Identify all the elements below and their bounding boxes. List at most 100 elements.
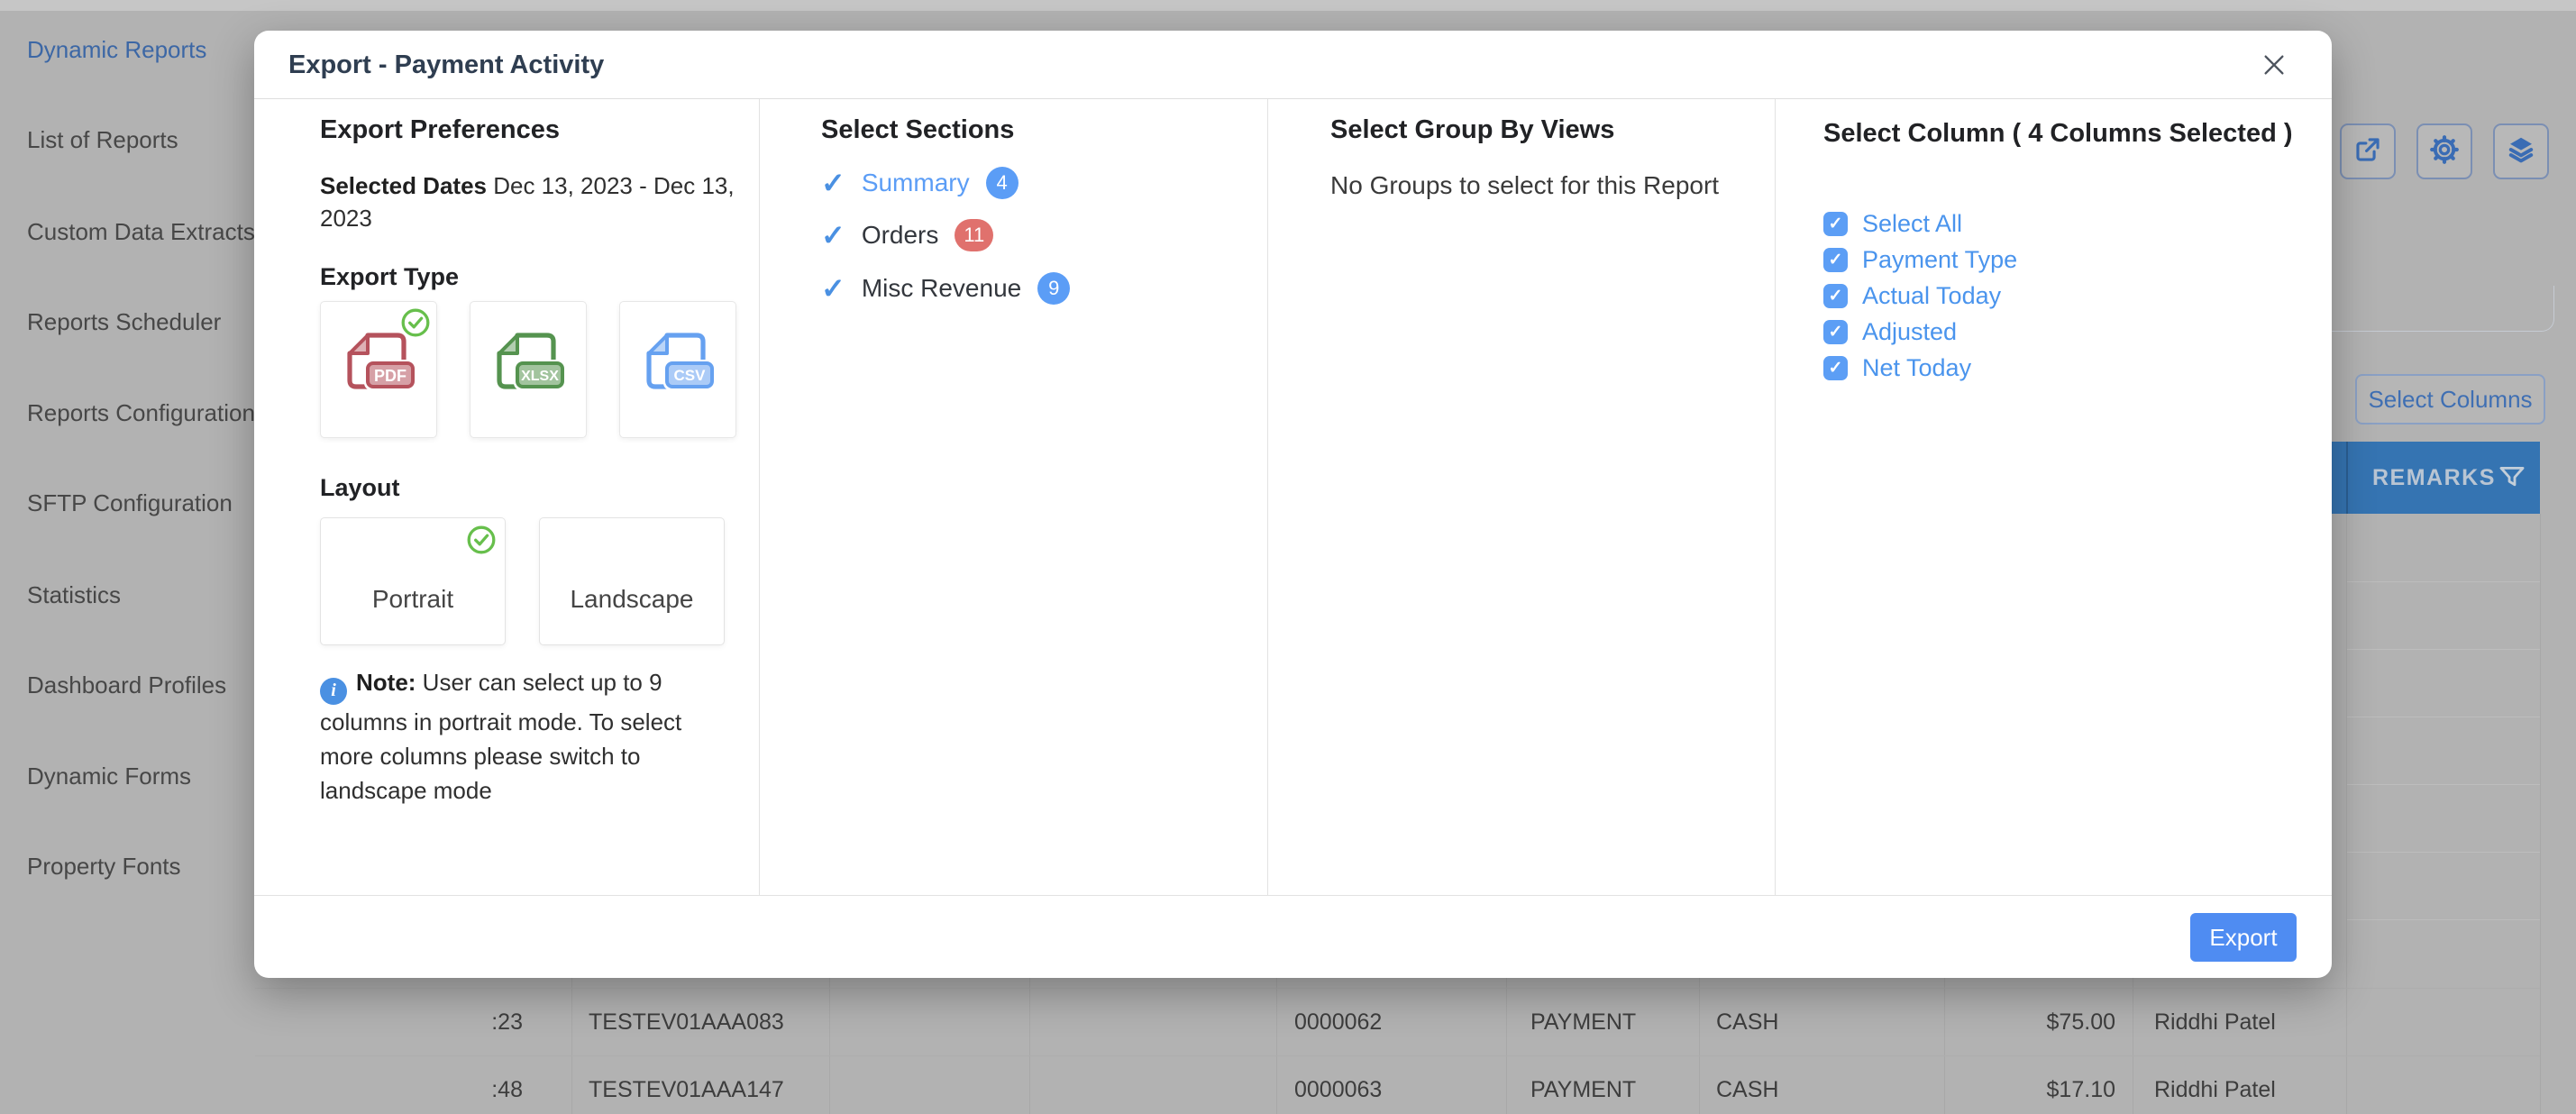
- count-badge: 11: [955, 219, 993, 251]
- note: Note: User can select up to 9 columns in…: [320, 665, 726, 808]
- section-label: Misc Revenue: [862, 274, 1021, 303]
- export-button[interactable]: Export: [2190, 913, 2297, 962]
- cell-method: CASH: [1716, 1056, 1778, 1114]
- column-option-label[interactable]: Select All: [1862, 210, 1962, 238]
- settings-button[interactable]: [2416, 123, 2472, 179]
- sidebar-item-dynamic-reports[interactable]: Dynamic Reports: [27, 36, 206, 64]
- report-toolbar: [2340, 123, 2549, 179]
- cell-confirmation: TESTEV01AAA147: [589, 1056, 784, 1114]
- selected-check-icon: [465, 524, 498, 562]
- check-icon: [821, 166, 845, 200]
- column-option-label[interactable]: Payment Type: [1862, 246, 2017, 274]
- note-label: Note:: [356, 669, 416, 696]
- selected-dates-label: Selected Dates: [320, 172, 487, 199]
- column-divider: [2346, 442, 2348, 514]
- column-divider: [759, 99, 760, 895]
- sidebar-item-list-of-reports[interactable]: List of Reports: [27, 126, 178, 154]
- select-sections-heading: Select Sections: [821, 115, 1014, 145]
- sidebar-item-sftp-configuration[interactable]: SFTP Configuration: [27, 489, 233, 517]
- cell-method: CASH: [1716, 989, 1778, 1055]
- close-icon[interactable]: [2260, 50, 2288, 84]
- export-type-options: PDF XLSX: [320, 301, 736, 438]
- group-by-heading: Select Group By Views: [1330, 115, 1614, 145]
- svg-text:PDF: PDF: [374, 367, 406, 385]
- dialog-footer: Export: [254, 895, 2332, 978]
- column-option-label[interactable]: Adjusted: [1862, 318, 1957, 346]
- column-option-adjusted[interactable]: Adjusted: [1823, 314, 1957, 350]
- layout-options: Portrait Landscape: [320, 517, 725, 645]
- section-misc-revenue[interactable]: Misc Revenue 9: [821, 271, 1070, 306]
- group-by-empty-text: No Groups to select for this Report: [1330, 171, 1719, 200]
- count-badge: 4: [986, 167, 1019, 199]
- column-option-actual-today[interactable]: Actual Today: [1823, 278, 2001, 314]
- column-option-select-all[interactable]: Select All: [1823, 205, 1962, 242]
- cell-number: 0000062: [1294, 989, 1382, 1055]
- dialog-header: Export - Payment Activity: [254, 31, 2332, 99]
- export-type-xlsx[interactable]: XLSX: [470, 301, 587, 438]
- check-icon: [821, 218, 845, 252]
- sidebar-item-reports-scheduler[interactable]: Reports Scheduler: [27, 308, 221, 336]
- layout-label: Layout: [320, 474, 400, 502]
- export-type-label: Export Type: [320, 263, 459, 291]
- layout-landscape[interactable]: Landscape: [539, 517, 725, 645]
- select-columns-button[interactable]: Select Columns: [2355, 374, 2545, 425]
- column-option-label[interactable]: Actual Today: [1862, 282, 2001, 310]
- svg-text:XLSX: XLSX: [521, 369, 559, 384]
- checkbox-checked-icon[interactable]: [1823, 284, 1848, 308]
- sidebar-item-statistics[interactable]: Statistics: [27, 581, 121, 609]
- sidebar-item-property-fonts[interactable]: Property Fonts: [27, 853, 181, 881]
- layout-portrait[interactable]: Portrait: [320, 517, 506, 645]
- checkbox-checked-icon[interactable]: [1823, 212, 1848, 236]
- checkbox-checked-icon[interactable]: [1823, 356, 1848, 380]
- dialog-body: Export Preferences Selected Dates Dec 13…: [254, 99, 2332, 895]
- sidebar-item-dashboard-profiles[interactable]: Dashboard Profiles: [27, 671, 226, 699]
- cell-time: :48: [415, 1056, 523, 1114]
- cell-time: :23: [415, 989, 523, 1055]
- sidebar-item-reports-configuration[interactable]: Reports Configuration: [27, 399, 255, 427]
- column-divider: [1267, 99, 1268, 895]
- selected-check-icon: [399, 306, 432, 343]
- column-option-payment-type[interactable]: Payment Type: [1823, 242, 2017, 278]
- count-badge: 9: [1037, 272, 1070, 305]
- open-in-new-icon: [2352, 134, 2383, 169]
- export-preferences-heading: Export Preferences: [320, 115, 560, 145]
- layers-button[interactable]: [2493, 123, 2549, 179]
- cell-amount: $75.00: [1938, 989, 2115, 1055]
- layers-icon: [2505, 133, 2537, 170]
- cell-number: 0000063: [1294, 1056, 1382, 1114]
- export-dialog: Export - Payment Activity Export Prefere…: [254, 31, 2332, 978]
- section-summary[interactable]: Summary 4: [821, 166, 1019, 200]
- settings-gear-icon: [2428, 133, 2461, 170]
- remarks-column-header: REMARKS: [2316, 442, 2540, 514]
- info-icon: [320, 678, 347, 705]
- filter-funnel-icon[interactable]: [2497, 462, 2527, 498]
- check-icon: [821, 271, 845, 306]
- remarks-header-label: REMARKS: [2372, 442, 2496, 514]
- checkbox-checked-icon[interactable]: [1823, 248, 1848, 272]
- layout-landscape-label: Landscape: [570, 585, 693, 614]
- top-bar: [0, 0, 2576, 11]
- cell-user: Riddhi Patel: [2154, 989, 2276, 1055]
- checkbox-checked-icon[interactable]: [1823, 320, 1848, 344]
- section-label: Orders: [862, 221, 939, 250]
- csv-file-icon: CSV: [636, 328, 719, 412]
- column-option-net-today[interactable]: Net Today: [1823, 350, 1971, 386]
- selected-dates: Selected Dates Dec 13, 2023 - Dec 13, 20…: [320, 169, 744, 234]
- open-in-new-button[interactable]: [2340, 123, 2396, 179]
- export-type-csv[interactable]: CSV: [619, 301, 736, 438]
- column-divider: [1775, 99, 1776, 895]
- export-type-pdf[interactable]: PDF: [320, 301, 437, 438]
- cell-user: Riddhi Patel: [2154, 1056, 2276, 1114]
- column-option-label[interactable]: Net Today: [1862, 354, 1971, 382]
- cell-confirmation: TESTEV01AAA083: [589, 989, 784, 1055]
- section-label: Summary: [862, 169, 970, 197]
- dialog-title: Export - Payment Activity: [288, 31, 604, 99]
- sidebar-item-dynamic-forms[interactable]: Dynamic Forms: [27, 762, 191, 790]
- cell-amount: $17.10: [1938, 1056, 2115, 1114]
- section-orders[interactable]: Orders 11: [821, 218, 993, 252]
- cell-type: PAYMENT: [1530, 1056, 1636, 1114]
- cell-type: PAYMENT: [1530, 989, 1636, 1055]
- sidebar-item-custom-data-extracts[interactable]: Custom Data Extracts: [27, 218, 255, 246]
- xlsx-file-icon: XLSX: [487, 328, 570, 412]
- select-column-heading: Select Column ( 4 Columns Selected ): [1823, 115, 2315, 151]
